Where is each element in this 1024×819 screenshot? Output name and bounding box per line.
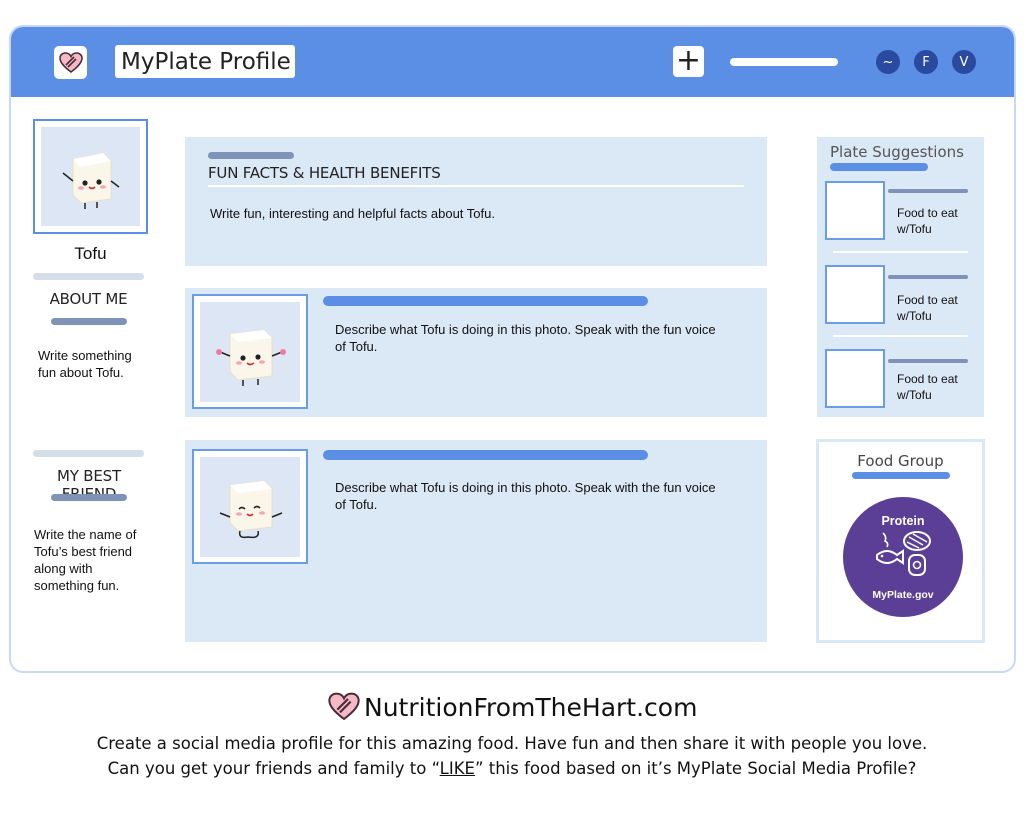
suggestions-heading: Plate Suggestions [830,143,964,161]
page-title: MyPlate Profile [115,45,295,78]
post-title-bar [323,450,648,460]
post-text[interactable]: Describe what Tofu is doing in this phot… [335,321,730,355]
food-group-bar [852,472,950,479]
suggestions-bar [830,163,928,171]
friends-button[interactable]: F [914,50,938,74]
suggestion-thumb[interactable] [825,349,885,408]
tofu-waving-image [200,302,300,402]
divider [33,273,144,280]
post-photo[interactable] [192,449,308,564]
top-bar: MyPlate Profile + ~ F V [11,27,1014,97]
site-name: NutritionFromTheHart.com [364,692,698,722]
facts-text[interactable]: Write fun, interesting and helpful facts… [210,205,730,222]
friend-underline [51,494,127,501]
search-bar[interactable] [730,58,838,66]
suggestion-label: Food to eat w/Tofu [897,293,958,323]
post-photo[interactable] [192,294,308,409]
view-button[interactable]: V [952,50,976,74]
badge-title: Protein [881,514,925,528]
post-title-bar [323,296,648,306]
tofu-avatar-image [41,127,140,226]
instruction-line-2-post: ” this food based on it’s MyPlate Social… [474,759,917,778]
instruction-line-1: Create a social media profile for this a… [96,734,928,753]
facts-bar [208,152,294,159]
divider [33,450,144,457]
protein-foods-icon [876,531,931,576]
fun-facts-panel: FUN FACTS & HEALTH BENEFITS Write fun, i… [185,137,767,266]
badge-site: MyPlate.gov [872,589,934,601]
footer-logo[interactable]: NutritionFromTheHart.com [328,692,697,722]
suggestion-thumb[interactable] [825,265,885,324]
suggestion-label: Food to eat w/Tofu [897,206,958,236]
about-underline [51,318,127,325]
divider [833,335,968,337]
facts-divider [208,185,744,187]
instruction-line-2: Can you get your friends and family to “… [0,759,1024,778]
suggestion-label: Food to eat w/Tofu [897,372,958,402]
about-heading: ABOUT ME [49,290,128,308]
suggestion-bar [888,359,968,363]
suggestion-bar [888,189,968,193]
heart-logo-icon[interactable] [54,46,87,79]
heart-logo-icon [328,692,360,721]
tofu-meditating-image [200,457,300,557]
post-text[interactable]: Describe what Tofu is doing in this phot… [335,479,730,513]
profile-avatar[interactable] [33,119,148,234]
about-text[interactable]: Write something fun about Tofu. [38,347,148,381]
food-group-heading: Food Group [857,452,944,470]
suggestion-thumb[interactable] [825,181,885,240]
notifications-button[interactable]: ~ [876,50,900,74]
add-button[interactable]: + [673,46,704,77]
food-group-panel: Food Group Protein MyPlate.gov [816,439,985,643]
profile-name: Tofu [74,244,107,263]
divider [833,251,968,253]
plate-suggestions-panel: Plate Suggestions Food to eat w/Tofu Foo… [817,137,984,417]
like-word: LIKE [439,759,475,778]
facts-heading: FUN FACTS & HEALTH BENEFITS [208,164,441,182]
suggestion-bar [888,275,968,279]
friend-text[interactable]: Write the name of Tofu’s best friend alo… [34,526,154,594]
protein-badge[interactable]: Protein MyPlate.gov [843,497,963,617]
instruction-line-2-pre: Can you get your friends and family to “ [107,759,440,778]
